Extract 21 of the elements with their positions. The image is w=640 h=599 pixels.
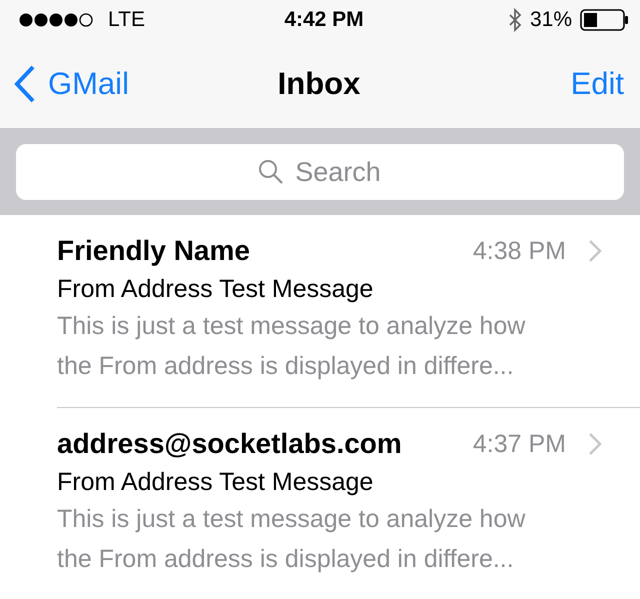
battery-icon <box>580 9 630 31</box>
chevron-right-icon <box>588 432 602 456</box>
search-icon <box>258 159 284 185</box>
chevron-right-icon <box>588 239 602 263</box>
back-button[interactable]: GMail <box>14 65 174 103</box>
message-subject: From Address Test Message <box>57 468 374 497</box>
message-subject: From Address Test Message <box>57 275 374 304</box>
screen-title: Inbox <box>278 66 360 102</box>
bluetooth-icon <box>508 8 522 32</box>
sender: Friendly Name <box>57 235 251 267</box>
chevron-left-icon <box>14 65 36 103</box>
carrier: LTE <box>108 8 145 32</box>
message-preview: This is just a test message to analyze how the From address is displayed in differe... <box>57 504 526 575</box>
message-time: 4:37 PM <box>472 430 566 458</box>
edit-button[interactable]: Edit <box>464 66 624 102</box>
battery-percent: 31% <box>530 8 572 32</box>
clock: 4:42 PM <box>284 8 364 32</box>
sender: address@socketlabs.com <box>57 428 403 460</box>
message-time: 4:38 PM <box>472 236 566 266</box>
message-preview: This is just a test message to analyze how the From address is displayed in differe... <box>57 311 526 382</box>
search-field[interactable]: Search <box>16 144 624 200</box>
